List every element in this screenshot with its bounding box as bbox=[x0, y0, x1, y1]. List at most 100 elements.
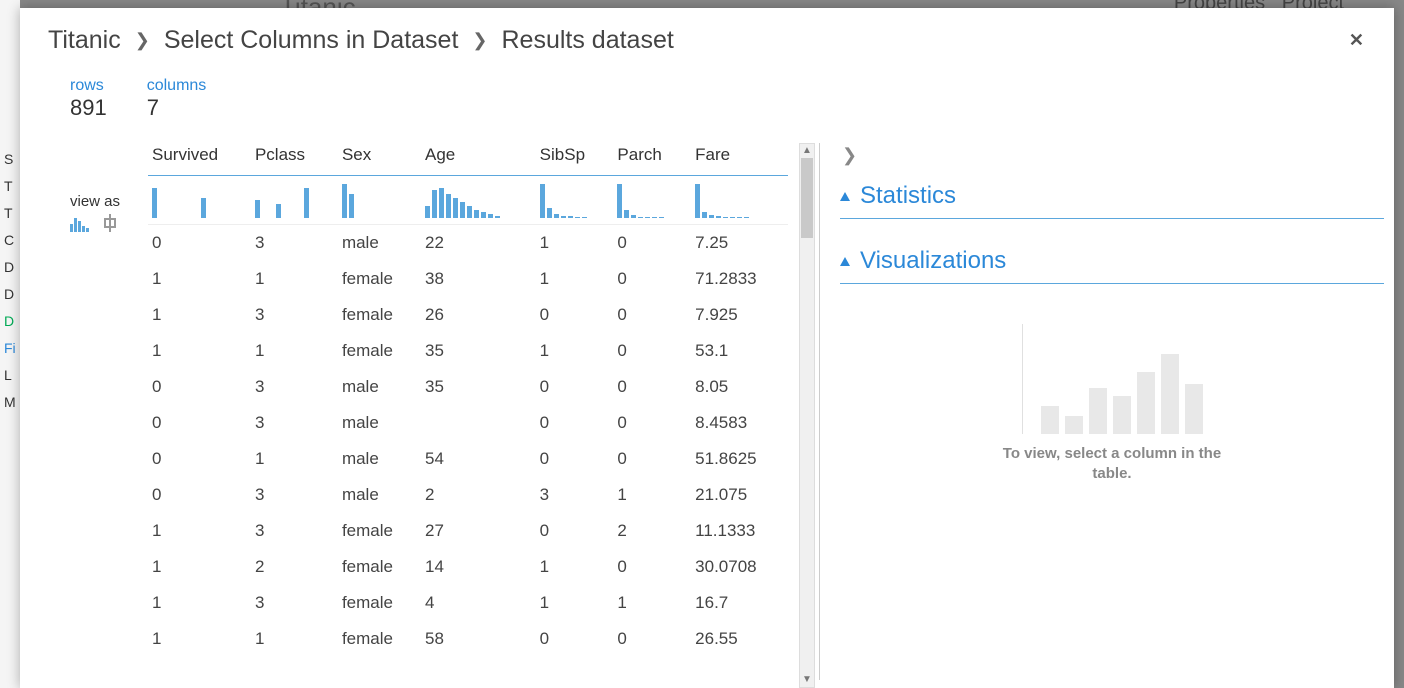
table-row[interactable]: 13female26007.925 bbox=[148, 297, 788, 333]
close-icon[interactable]: ✕ bbox=[1349, 30, 1364, 51]
cell-pclass[interactable]: 1 bbox=[251, 261, 338, 297]
cell-fare[interactable]: 7.25 bbox=[691, 225, 788, 262]
table-row[interactable]: 03male23121.075 bbox=[148, 477, 788, 513]
cell-fare[interactable]: 11.1333 bbox=[691, 513, 788, 549]
table-row[interactable]: 11female351053.1 bbox=[148, 333, 788, 369]
cell-sibsp[interactable]: 3 bbox=[536, 477, 614, 513]
boxplot-view-icon[interactable] bbox=[102, 214, 118, 232]
table-row[interactable]: 13female41116.7 bbox=[148, 585, 788, 621]
cell-age[interactable]: 35 bbox=[421, 333, 536, 369]
cell-sex[interactable]: male bbox=[338, 225, 421, 262]
cell-age[interactable]: 38 bbox=[421, 261, 536, 297]
histogram-age[interactable] bbox=[421, 176, 536, 225]
cell-pclass[interactable]: 3 bbox=[251, 513, 338, 549]
cell-survived[interactable]: 0 bbox=[148, 477, 251, 513]
cell-age[interactable]: 26 bbox=[421, 297, 536, 333]
histogram-survived[interactable] bbox=[148, 176, 251, 225]
cell-age[interactable] bbox=[421, 405, 536, 441]
cell-survived[interactable]: 0 bbox=[148, 369, 251, 405]
cell-sibsp[interactable]: 0 bbox=[536, 369, 614, 405]
scroll-down-icon[interactable]: ▼ bbox=[800, 673, 814, 687]
cell-sibsp[interactable]: 1 bbox=[536, 585, 614, 621]
table-row[interactable]: 01male540051.8625 bbox=[148, 441, 788, 477]
cell-sibsp[interactable]: 1 bbox=[536, 261, 614, 297]
cell-pclass[interactable]: 1 bbox=[251, 333, 338, 369]
cell-survived[interactable]: 1 bbox=[148, 585, 251, 621]
cell-sex[interactable]: male bbox=[338, 477, 421, 513]
cell-parch[interactable]: 0 bbox=[613, 225, 691, 262]
table-row[interactable]: 03male008.4583 bbox=[148, 405, 788, 441]
table-row[interactable]: 03male22107.25 bbox=[148, 225, 788, 262]
cell-sex[interactable]: male bbox=[338, 369, 421, 405]
table-row[interactable]: 11female580026.55 bbox=[148, 621, 788, 657]
column-header-sibsp[interactable]: SibSp bbox=[536, 135, 614, 176]
cell-sex[interactable]: female bbox=[338, 585, 421, 621]
column-header-pclass[interactable]: Pclass bbox=[251, 135, 338, 176]
cell-parch[interactable]: 0 bbox=[613, 261, 691, 297]
cell-sibsp[interactable]: 0 bbox=[536, 621, 614, 657]
cell-sex[interactable]: female bbox=[338, 549, 421, 585]
cell-fare[interactable]: 71.2833 bbox=[691, 261, 788, 297]
cell-sibsp[interactable]: 0 bbox=[536, 405, 614, 441]
cell-age[interactable]: 54 bbox=[421, 441, 536, 477]
cell-sex[interactable]: female bbox=[338, 261, 421, 297]
cell-sex[interactable]: male bbox=[338, 441, 421, 477]
cell-fare[interactable]: 21.075 bbox=[691, 477, 788, 513]
breadcrumb-step[interactable]: Select Columns in Dataset bbox=[164, 26, 459, 55]
histogram-fare[interactable] bbox=[691, 176, 788, 225]
cell-age[interactable]: 58 bbox=[421, 621, 536, 657]
cell-survived[interactable]: 1 bbox=[148, 261, 251, 297]
cell-survived[interactable]: 1 bbox=[148, 333, 251, 369]
cell-sibsp[interactable]: 0 bbox=[536, 297, 614, 333]
cell-pclass[interactable]: 3 bbox=[251, 477, 338, 513]
cell-sex[interactable]: female bbox=[338, 513, 421, 549]
visualizations-section-header[interactable]: Visualizations bbox=[840, 243, 1384, 284]
column-header-sex[interactable]: Sex bbox=[338, 135, 421, 176]
cell-age[interactable]: 22 bbox=[421, 225, 536, 262]
column-header-survived[interactable]: Survived bbox=[148, 135, 251, 176]
cell-survived[interactable]: 0 bbox=[148, 405, 251, 441]
cell-parch[interactable]: 0 bbox=[613, 621, 691, 657]
column-header-age[interactable]: Age bbox=[421, 135, 536, 176]
cell-fare[interactable]: 8.4583 bbox=[691, 405, 788, 441]
histogram-sibsp[interactable] bbox=[536, 176, 614, 225]
cell-pclass[interactable]: 1 bbox=[251, 621, 338, 657]
cell-fare[interactable]: 16.7 bbox=[691, 585, 788, 621]
histogram-view-icon[interactable] bbox=[70, 214, 94, 232]
table-row[interactable]: 12female141030.0708 bbox=[148, 549, 788, 585]
cell-age[interactable]: 2 bbox=[421, 477, 536, 513]
cell-pclass[interactable]: 3 bbox=[251, 369, 338, 405]
cell-fare[interactable]: 7.925 bbox=[691, 297, 788, 333]
cell-parch[interactable]: 0 bbox=[613, 441, 691, 477]
cell-age[interactable]: 14 bbox=[421, 549, 536, 585]
cell-pclass[interactable]: 2 bbox=[251, 549, 338, 585]
cell-parch[interactable]: 2 bbox=[613, 513, 691, 549]
cell-fare[interactable]: 30.0708 bbox=[691, 549, 788, 585]
cell-sex[interactable]: female bbox=[338, 297, 421, 333]
cell-sex[interactable]: male bbox=[338, 405, 421, 441]
cell-pclass[interactable]: 3 bbox=[251, 225, 338, 262]
scroll-thumb[interactable] bbox=[801, 158, 813, 238]
cell-sibsp[interactable]: 0 bbox=[536, 441, 614, 477]
cell-parch[interactable]: 0 bbox=[613, 549, 691, 585]
cell-pclass[interactable]: 3 bbox=[251, 405, 338, 441]
cell-sibsp[interactable]: 0 bbox=[536, 513, 614, 549]
cell-fare[interactable]: 51.8625 bbox=[691, 441, 788, 477]
cell-survived[interactable]: 1 bbox=[148, 549, 251, 585]
vertical-scrollbar[interactable]: ▲ ▼ bbox=[799, 143, 815, 688]
cell-sibsp[interactable]: 1 bbox=[536, 225, 614, 262]
cell-age[interactable]: 27 bbox=[421, 513, 536, 549]
cell-survived[interactable]: 1 bbox=[148, 621, 251, 657]
column-header-fare[interactable]: Fare bbox=[691, 135, 788, 176]
cell-parch[interactable]: 1 bbox=[613, 585, 691, 621]
cell-parch[interactable]: 0 bbox=[613, 297, 691, 333]
collapse-right-icon[interactable]: ❯ bbox=[840, 141, 1384, 178]
cell-sibsp[interactable]: 1 bbox=[536, 549, 614, 585]
histogram-pclass[interactable] bbox=[251, 176, 338, 225]
table-row[interactable]: 11female381071.2833 bbox=[148, 261, 788, 297]
statistics-section-header[interactable]: Statistics bbox=[840, 178, 1384, 219]
cell-parch[interactable]: 1 bbox=[613, 477, 691, 513]
cell-survived[interactable]: 1 bbox=[148, 297, 251, 333]
cell-parch[interactable]: 0 bbox=[613, 333, 691, 369]
cell-parch[interactable]: 0 bbox=[613, 405, 691, 441]
